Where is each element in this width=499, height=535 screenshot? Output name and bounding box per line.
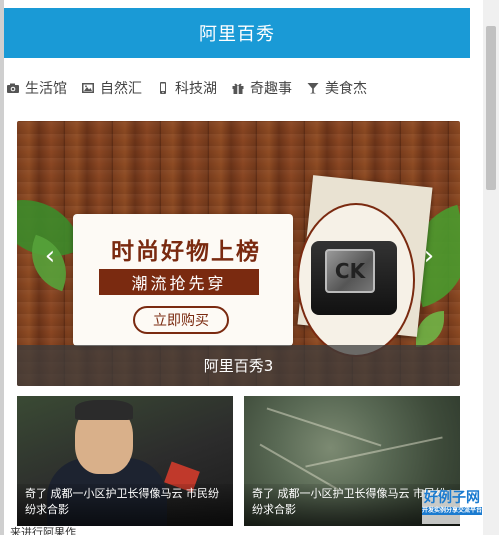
camera-icon [7, 83, 19, 93]
promo-carousel[interactable]: 时尚好物上榜 潮流抢先穿 立即购买 CK ‹ › 阿里百秀3 [17, 121, 460, 386]
promo-subline: 潮流抢先穿 [99, 269, 259, 295]
header-title: 阿里百秀 [199, 24, 275, 45]
news-grid: 奇了 成都一小区护卫长得像马云 市民纷纷求合影 奇了 成都一小区护卫长得像马云 … [17, 396, 460, 526]
nav-item-label: 科技湖 [175, 81, 217, 97]
carousel-caption-text: 阿里百秀3 [203, 357, 274, 375]
nav-item-label: 美食杰 [325, 81, 367, 97]
category-nav: 生活馆 自然汇 科技湖 奇趣事 美食杰 [4, 72, 470, 104]
nav-item-label: 生活馆 [25, 81, 67, 97]
phone-icon [160, 82, 166, 94]
nav-item-fun[interactable]: 奇趣事 [231, 78, 292, 98]
carousel-next-icon[interactable]: › [420, 243, 438, 269]
news-card[interactable]: 奇了 成都一小区护卫长得像马云 市民纷纷求合影 [17, 396, 233, 526]
nav-item-food[interactable]: 美食杰 [306, 78, 367, 98]
promo-headline: 时尚好物上榜 [111, 239, 261, 265]
carousel-caption: 阿里百秀3 [17, 345, 460, 386]
watermark-tagline: 开发实例分享交流平台 [422, 507, 483, 515]
news-title[interactable]: 奇了 成都一小区护卫长得像马云 市民纷纷求合影 [17, 484, 233, 526]
image-icon [82, 83, 94, 93]
nav-item-label: 奇趣事 [250, 81, 292, 97]
carousel-prev-icon[interactable]: ‹ [41, 243, 59, 269]
watermark-logo: 好例子网 开发实例分享交流平台 [422, 490, 482, 524]
promo-card: 时尚好物上榜 潮流抢先穿 立即购买 [73, 214, 293, 346]
gift-icon [232, 83, 244, 94]
person-hair [75, 400, 133, 420]
truncated-footer-text: 来进行阿果作 [10, 526, 76, 535]
watermark-logo-text: 好例子网 [424, 490, 480, 506]
belt-buckle-logo: CK [325, 249, 375, 293]
nav-item-tech[interactable]: 科技湖 [156, 78, 217, 98]
nav-item-nature[interactable]: 自然汇 [81, 78, 142, 98]
page: 阿里百秀 生活馆 自然汇 科技湖 奇趣事 美食杰 时尚好物上榜 潮流抢先穿 立即… [4, 0, 483, 535]
nav-item-life[interactable]: 生活馆 [6, 78, 67, 98]
scrollbar-thumb[interactable] [486, 26, 496, 190]
terrain-ridge [305, 436, 443, 468]
terrain-ridge [266, 407, 382, 447]
app-header: 阿里百秀 [4, 8, 470, 58]
vertical-scrollbar[interactable] [483, 0, 499, 535]
buy-now-button[interactable]: 立即购买 [133, 306, 229, 334]
cocktail-icon [307, 83, 319, 94]
nav-item-label: 自然汇 [100, 81, 142, 97]
